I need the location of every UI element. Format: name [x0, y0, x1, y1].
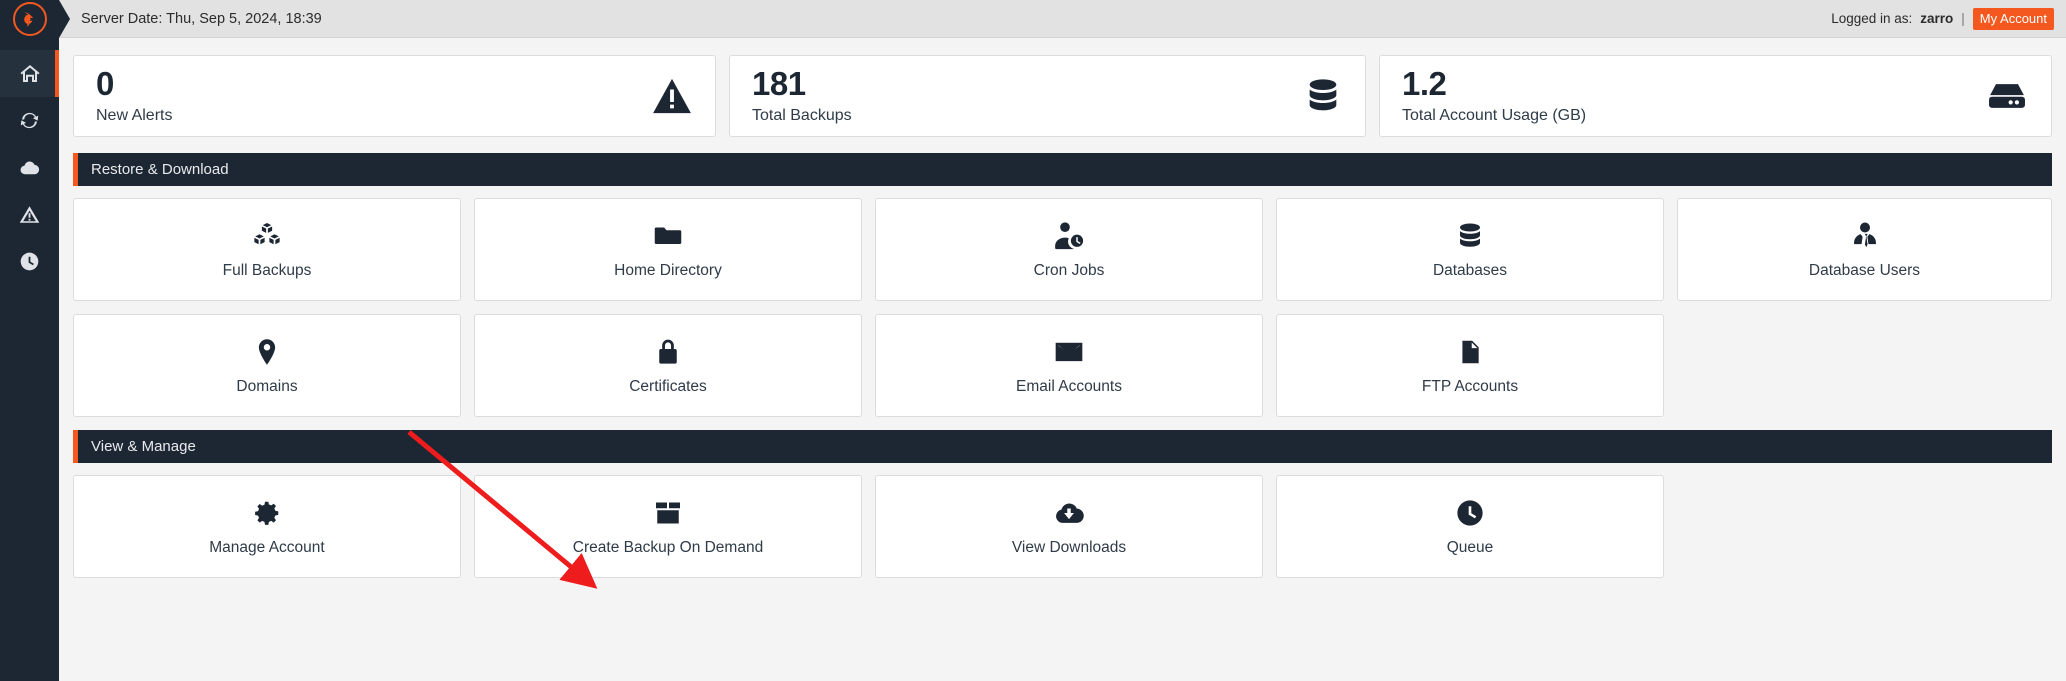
warning-triangle-icon [651, 75, 693, 117]
tile-label: Databases [1433, 262, 1507, 280]
section-header-view-manage: View & Manage [73, 430, 2052, 463]
content-area: 0 New Alerts 181 Total Backups 1.2 Total… [59, 38, 2066, 681]
username-label: zarro [1920, 11, 1953, 26]
sidebar-nav [0, 38, 59, 285]
tile-label: Queue [1447, 539, 1494, 557]
tile-label: View Downloads [1012, 539, 1126, 557]
tile-cron-jobs[interactable]: Cron Jobs [875, 198, 1263, 301]
tile-label: FTP Accounts [1422, 378, 1518, 396]
tile-certificates[interactable]: Certificates [474, 314, 862, 417]
cloud-download-icon [18, 156, 41, 179]
logged-in-label: Logged in as: [1831, 11, 1912, 26]
sidebar-item-alerts[interactable] [0, 191, 59, 238]
home-icon [18, 62, 42, 86]
stat-label: Total Account Usage (GB) [1402, 107, 2029, 125]
map-pin-icon [252, 335, 282, 369]
tile-ftp-accounts[interactable]: FTP Accounts [1276, 314, 1664, 417]
tile-label: Home Directory [614, 262, 722, 280]
cloud-download-icon [1053, 496, 1085, 530]
box-archive-icon [653, 496, 683, 530]
tile-email-accounts[interactable]: Email Accounts [875, 314, 1263, 417]
section-header-restore-download: Restore & Download [73, 153, 2052, 186]
tile-database-users[interactable]: Database Users [1677, 198, 2052, 301]
envelope-icon [1053, 335, 1085, 369]
tile-full-backups[interactable]: Full Backups [73, 198, 461, 301]
tile-manage-account[interactable]: Manage Account [73, 475, 461, 578]
tile-label: Database Users [1809, 262, 1920, 280]
user-clock-icon [1053, 219, 1085, 253]
topbar: Server Date: Thu, Sep 5, 2024, 18:39 Log… [59, 0, 2066, 38]
clock-icon [1455, 496, 1485, 530]
tile-row-restore-2: Domains Certificates Email Accounts [73, 314, 2052, 417]
tile-queue[interactable]: Queue [1276, 475, 1664, 578]
stat-card-new-alerts[interactable]: 0 New Alerts [73, 55, 716, 137]
main-column: Server Date: Thu, Sep 5, 2024, 18:39 Log… [59, 0, 2066, 681]
sidebar-item-downloads[interactable] [0, 144, 59, 191]
boxes-icon [252, 219, 282, 253]
gear-icon [252, 496, 282, 530]
app-root: Server Date: Thu, Sep 5, 2024, 18:39 Log… [0, 0, 2066, 681]
stat-label: Total Backups [752, 107, 1343, 125]
tile-row-manage-1: Manage Account Create Backup On Demand V… [73, 475, 2052, 578]
topbar-account-area: Logged in as: zarro | My Account [1831, 8, 2054, 30]
sidebar-item-restore[interactable] [0, 97, 59, 144]
folder-icon [653, 219, 683, 253]
tile-label: Cron Jobs [1034, 262, 1105, 280]
file-icon [1457, 335, 1483, 369]
tile-label: Manage Account [209, 539, 324, 557]
stat-card-account-usage[interactable]: 1.2 Total Account Usage (GB) [1379, 55, 2052, 137]
tile-view-downloads[interactable]: View Downloads [875, 475, 1263, 578]
tile-row-restore-1: Full Backups Home Directory Cron Jobs [73, 198, 2052, 301]
warning-triangle-icon [18, 203, 41, 226]
brand-logo[interactable] [0, 0, 59, 38]
tile-label: Create Backup On Demand [573, 539, 763, 557]
separator: | [1961, 11, 1965, 26]
user-tie-icon [1850, 219, 1880, 253]
stat-value: 181 [752, 67, 1343, 102]
sync-icon [18, 109, 41, 132]
tile-label: Email Accounts [1016, 378, 1122, 396]
database-icon [1303, 76, 1343, 116]
sidebar-item-home[interactable] [0, 50, 59, 97]
clock-icon [18, 250, 41, 273]
database-icon [1455, 219, 1485, 253]
sidebar-item-queue[interactable] [0, 238, 59, 285]
tile-label: Domains [236, 378, 297, 396]
hard-drive-icon [1985, 74, 2029, 118]
tile-domains[interactable]: Domains [73, 314, 461, 417]
server-date-label: Server Date: Thu, Sep 5, 2024, 18:39 [81, 11, 322, 27]
phoenix-logo-icon [13, 2, 47, 36]
tile-databases[interactable]: Databases [1276, 198, 1664, 301]
stat-label: New Alerts [96, 107, 693, 125]
stat-card-total-backups[interactable]: 181 Total Backups [729, 55, 1366, 137]
stat-value: 1.2 [1402, 67, 2029, 102]
tile-create-backup-on-demand[interactable]: Create Backup On Demand [474, 475, 862, 578]
tile-label: Certificates [629, 378, 707, 396]
lock-icon [654, 335, 682, 369]
sidebar [0, 0, 59, 681]
tile-label: Full Backups [223, 262, 312, 280]
stat-cards: 0 New Alerts 181 Total Backups 1.2 Total… [73, 55, 2052, 137]
my-account-button[interactable]: My Account [1973, 8, 2054, 30]
tile-home-directory[interactable]: Home Directory [474, 198, 862, 301]
stat-value: 0 [96, 67, 693, 102]
